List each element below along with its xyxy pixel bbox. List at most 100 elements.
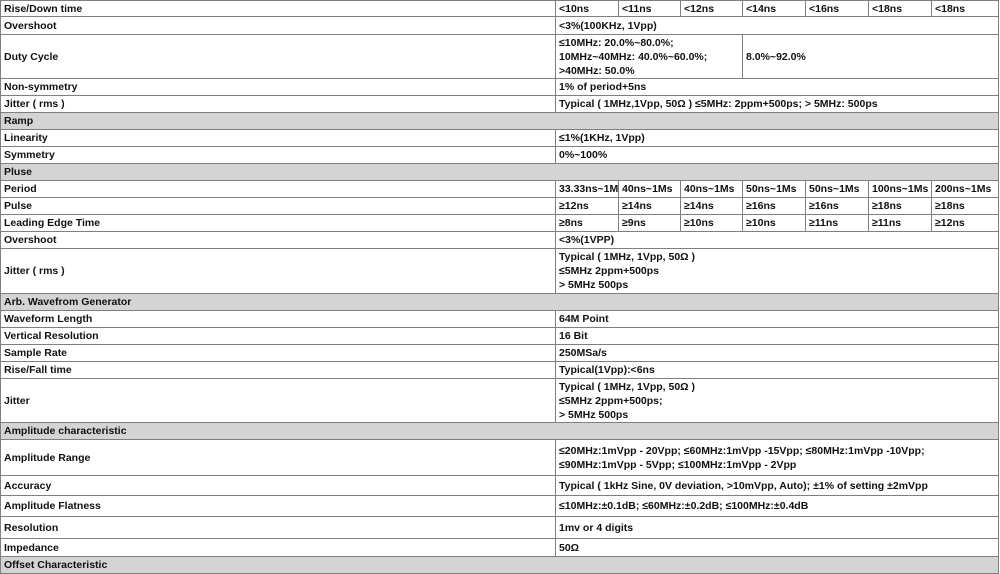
row-label: Waveform Length bbox=[0, 310, 556, 328]
value-cell: ≥16ns bbox=[805, 197, 869, 215]
value-line: > 5MHz 500ps bbox=[559, 279, 629, 291]
row-label: Resolution bbox=[0, 516, 556, 539]
row-label: Duty Cycle bbox=[0, 34, 556, 79]
section-pulse: Pluse bbox=[0, 163, 999, 181]
value-cell: Typical ( 1MHz, 1Vpp, 50Ω ) ≤5MHz 2ppm+5… bbox=[555, 378, 999, 423]
row-jitter: Jitter ( rms ) Typical ( 1MHz,1Vpp, 50Ω … bbox=[0, 95, 999, 113]
value-cell: <18ns bbox=[868, 0, 932, 17]
row-label: Overshoot bbox=[0, 16, 556, 35]
section-title: Arb. Wavefrom Generator bbox=[0, 293, 999, 311]
value-cell: ≥8ns bbox=[555, 214, 619, 232]
value-cell: ≥18ns bbox=[868, 197, 932, 215]
value-cell: 40ns~1Ms bbox=[680, 180, 743, 198]
section-ramp: Ramp bbox=[0, 112, 999, 130]
row-label: Amplitude Range bbox=[0, 439, 556, 476]
value-cell: ≥11ns bbox=[805, 214, 869, 232]
value-cell: Typical ( 1MHz,1Vpp, 50Ω ) ≤5MHz: 2ppm+5… bbox=[555, 95, 999, 113]
value-cell: <14ns bbox=[742, 0, 806, 17]
row-vertical-resolution: Vertical Resolution 16 Bit bbox=[0, 327, 999, 345]
section-offset: Offset Characteristic bbox=[0, 556, 999, 574]
value-line: ≤5MHz 2ppm+500ps bbox=[559, 265, 660, 277]
value-cell: 1% of period+5ns bbox=[555, 78, 999, 96]
value-cell: ≤10MHz: 20.0%~80.0%; 10MHz~40MHz: 40.0%~… bbox=[555, 34, 743, 79]
value-cell: 33.33ns~1Ms bbox=[555, 180, 619, 198]
value-cell: ≥10ns bbox=[680, 214, 743, 232]
row-pulse-overshoot: Overshoot <3%(1VPP) bbox=[0, 231, 999, 249]
value-cell: ≥16ns bbox=[742, 197, 806, 215]
row-resolution: Resolution 1mv or 4 digits bbox=[0, 516, 999, 539]
value-cell: 100ns~1Ms bbox=[868, 180, 932, 198]
row-label: Vertical Resolution bbox=[0, 327, 556, 345]
value-line: Typical ( 1MHz, 1Vpp, 50Ω ) bbox=[559, 251, 696, 263]
row-label: Non-symmetry bbox=[0, 78, 556, 96]
row-rise-down-time: Rise/Down time <10ns <11ns <12ns <14ns <… bbox=[0, 0, 999, 17]
value-line: ≤90MHz:1mVpp - 5Vpp; ≤100MHz:1mVpp - 2Vp… bbox=[559, 458, 797, 471]
row-label: Jitter bbox=[0, 378, 556, 423]
value-cell: 16 Bit bbox=[555, 327, 999, 345]
row-label: Impedance bbox=[0, 538, 556, 557]
value-cell: 50ns~1Ms bbox=[805, 180, 869, 198]
row-pulse-jitter: Jitter ( rms ) Typical ( 1MHz, 1Vpp, 50Ω… bbox=[0, 248, 999, 294]
row-duty-cycle: Duty Cycle ≤10MHz: 20.0%~80.0%; 10MHz~40… bbox=[0, 34, 999, 79]
value-line: >40MHz: 50.0% bbox=[559, 64, 635, 77]
value-cell: ≥14ns bbox=[680, 197, 743, 215]
value-line: Typical ( 1MHz, 1Vpp, 50Ω ) bbox=[559, 380, 696, 393]
value-line: ≤20MHz:1mVpp - 20Vpp; ≤60MHz:1mVpp -15Vp… bbox=[559, 444, 925, 457]
row-label: Amplitude Flatness bbox=[0, 495, 556, 517]
row-linearity: Linearity ≤1%(1KHz, 1Vpp) bbox=[0, 129, 999, 147]
row-pulse: Pulse ≥12ns ≥14ns ≥14ns ≥16ns ≥16ns ≥18n… bbox=[0, 197, 999, 215]
value-line: 10MHz~40MHz: 40.0%~60.0%; bbox=[559, 50, 708, 63]
value-cell: ≥10ns bbox=[742, 214, 806, 232]
row-amplitude-flatness: Amplitude Flatness ≤10MHz:±0.1dB; ≤60MHz… bbox=[0, 495, 999, 517]
row-label: Rise/Fall time bbox=[0, 361, 556, 379]
row-label: Symmetry bbox=[0, 146, 556, 164]
value-cell: 50Ω bbox=[555, 538, 999, 557]
row-label: Accuracy bbox=[0, 475, 556, 496]
row-impedance: Impedance 50Ω bbox=[0, 538, 999, 557]
value-cell: 64M Point bbox=[555, 310, 999, 328]
row-label: Rise/Down time bbox=[0, 0, 556, 17]
section-amplitude: Amplitude characteristic bbox=[0, 422, 999, 440]
value-cell: Typical ( 1kHz Sine, 0V deviation, >10mV… bbox=[555, 475, 999, 496]
value-cell: ≥14ns bbox=[618, 197, 681, 215]
row-label: Jitter ( rms ) bbox=[0, 95, 556, 113]
value-cell: ≤1%(1KHz, 1Vpp) bbox=[555, 129, 999, 147]
value-cell: 1mv or 4 digits bbox=[555, 516, 999, 539]
row-leading-edge-time: Leading Edge Time ≥8ns ≥9ns ≥10ns ≥10ns … bbox=[0, 214, 999, 232]
value-cell: <18ns bbox=[931, 0, 999, 17]
row-label: Overshoot bbox=[0, 231, 556, 249]
value-cell: ≤10MHz:±0.1dB; ≤60MHz:±0.2dB; ≤100MHz:±0… bbox=[555, 495, 999, 517]
row-waveform-length: Waveform Length 64M Point bbox=[0, 310, 999, 328]
value-cell: Typical ( 1MHz, 1Vpp, 50Ω ) ≤5MHz 2ppm+5… bbox=[555, 248, 999, 294]
value-cell: <11ns bbox=[618, 0, 681, 17]
row-label: Pulse bbox=[0, 197, 556, 215]
value-cell: <16ns bbox=[805, 0, 869, 17]
row-label: Period bbox=[0, 180, 556, 198]
section-arb: Arb. Wavefrom Generator bbox=[0, 293, 999, 311]
value-cell: 0%~100% bbox=[555, 146, 999, 164]
row-label: Linearity bbox=[0, 129, 556, 147]
value-cell: 200ns~1Ms bbox=[931, 180, 999, 198]
section-title: Offset Characteristic bbox=[0, 556, 999, 574]
value-cell: ≥12ns bbox=[555, 197, 619, 215]
row-non-symmetry: Non-symmetry 1% of period+5ns bbox=[0, 78, 999, 96]
value-cell: 8.0%~92.0% bbox=[742, 34, 999, 79]
value-cell: ≥12ns bbox=[931, 214, 999, 232]
value-cell: <10ns bbox=[555, 0, 619, 17]
value-cell: 40ns~1Ms bbox=[618, 180, 681, 198]
value-cell: <3%(100KHz, 1Vpp) bbox=[555, 16, 999, 35]
row-overshoot: Overshoot <3%(100KHz, 1Vpp) bbox=[0, 16, 999, 35]
spec-table: Rise/Down time <10ns <11ns <12ns <14ns <… bbox=[0, 0, 999, 574]
value-line: > 5MHz 500ps bbox=[559, 408, 629, 421]
row-label: Jitter ( rms ) bbox=[0, 248, 556, 294]
value-cell: 50ns~1Ms bbox=[742, 180, 806, 198]
value-line: ≤5MHz 2ppm+500ps; bbox=[559, 394, 663, 407]
value-cell: <12ns bbox=[680, 0, 743, 17]
section-title: Pluse bbox=[0, 163, 999, 181]
row-period: Period 33.33ns~1Ms 40ns~1Ms 40ns~1Ms 50n… bbox=[0, 180, 999, 198]
row-accuracy: Accuracy Typical ( 1kHz Sine, 0V deviati… bbox=[0, 475, 999, 496]
row-arb-jitter: Jitter Typical ( 1MHz, 1Vpp, 50Ω ) ≤5MHz… bbox=[0, 378, 999, 423]
section-title: Ramp bbox=[0, 112, 999, 130]
value-cell: ≤20MHz:1mVpp - 20Vpp; ≤60MHz:1mVpp -15Vp… bbox=[555, 439, 999, 476]
value-cell: 250MSa/s bbox=[555, 344, 999, 362]
